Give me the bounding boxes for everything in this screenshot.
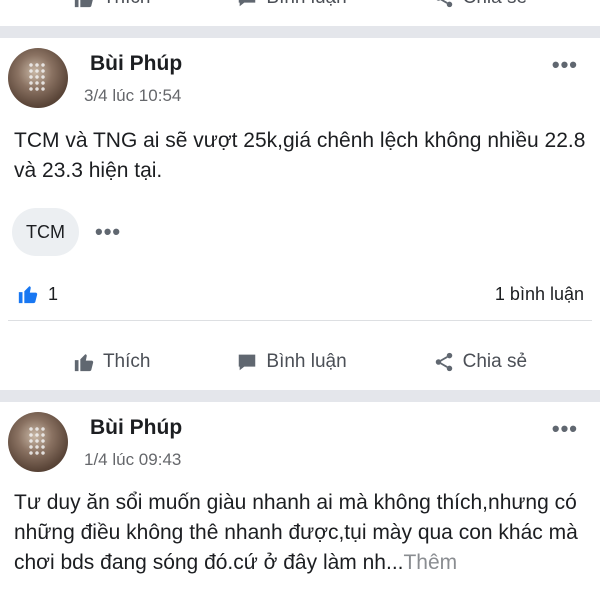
post-text: Tư duy ăn sổi muốn giàu nhanh ai mà khôn… xyxy=(0,488,600,578)
more-dots-icon[interactable]: ••• xyxy=(95,219,121,245)
share-button[interactable]: Chia sẻ xyxy=(433,351,527,373)
post-card: Bùi Phúp 3/4 lúc 10:54 ••• TCM và TNG ai… xyxy=(0,38,600,390)
post-text-body: Tư duy ăn sổi muốn giàu nhanh ai mà khôn… xyxy=(14,491,578,574)
post-card: Bùi Phúp 1/4 lúc 09:43 ••• Tư duy ăn sổi… xyxy=(0,402,600,600)
post-timestamp[interactable]: 1/4 lúc 09:43 xyxy=(84,450,181,470)
more-dots-icon[interactable]: ••• xyxy=(552,52,578,78)
comment-button[interactable]: Bình luận xyxy=(236,351,347,373)
reaction-stats: 1 1 bình luận xyxy=(0,274,600,314)
post-text: TCM và TNG ai sẽ vượt 25k,giá chênh lệch… xyxy=(14,129,586,182)
comment-count[interactable]: 1 bình luận xyxy=(495,284,584,305)
post-separator xyxy=(0,390,600,402)
post-header: Bùi Phúp 1/4 lúc 09:43 ••• xyxy=(0,402,600,484)
post-action-bar: Thích Bình luận Chia sẻ xyxy=(0,334,600,390)
like-button[interactable]: Thích xyxy=(73,351,151,373)
avatar[interactable] xyxy=(8,412,68,472)
author-name[interactable]: Bùi Phúp xyxy=(90,416,182,440)
speech-bubble-icon xyxy=(239,354,256,371)
like-summary[interactable]: 1 xyxy=(16,283,58,305)
speech-bubble-icon xyxy=(239,0,256,7)
share-button[interactable]: Chia sẻ xyxy=(433,0,527,9)
more-dots-icon[interactable]: ••• xyxy=(552,416,578,442)
tag-chip[interactable]: TCM xyxy=(12,208,79,256)
divider xyxy=(8,320,592,321)
comment-label: Bình luận xyxy=(266,0,346,9)
like-label: Thích xyxy=(103,0,151,9)
top-action-bar: Thích Bình luận Chia sẻ xyxy=(0,0,600,26)
share-icon xyxy=(436,0,452,8)
thumbs-up-icon xyxy=(74,354,94,372)
share-icon xyxy=(435,352,452,372)
like-label: Thích xyxy=(102,351,151,372)
see-more-link[interactable]: Thêm xyxy=(403,551,457,574)
post-separator xyxy=(0,26,600,38)
share-label: Chia sẻ xyxy=(463,0,527,9)
avatar[interactable] xyxy=(8,48,68,108)
like-count: 1 xyxy=(48,283,59,304)
post-header: Bùi Phúp 3/4 lúc 10:54 ••• xyxy=(0,38,600,120)
thumbs-up-icon xyxy=(74,0,93,8)
tag-row: TCM ••• xyxy=(12,208,121,256)
thumbs-up-icon xyxy=(18,286,38,304)
post-timestamp[interactable]: 3/4 lúc 10:54 xyxy=(84,86,181,106)
comment-button[interactable]: Bình luận xyxy=(236,0,347,9)
share-label: Chia sẻ xyxy=(462,351,528,372)
like-button[interactable]: Thích xyxy=(73,0,151,9)
comment-label: Bình luận xyxy=(266,351,347,372)
author-name[interactable]: Bùi Phúp xyxy=(90,52,182,76)
